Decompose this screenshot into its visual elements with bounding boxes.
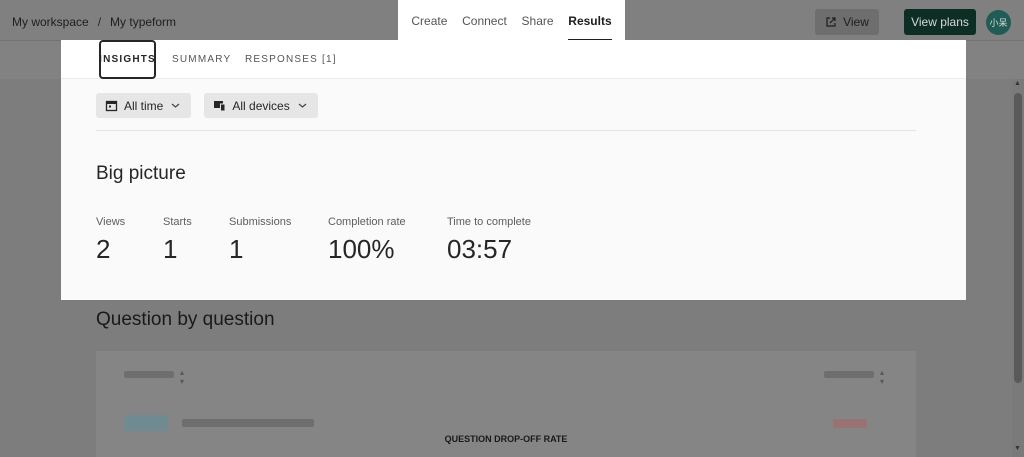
sort-icon[interactable]: ▴ ▾	[880, 368, 884, 386]
stat-starts: Starts 1	[163, 216, 229, 265]
stat-value: 1	[229, 234, 244, 264]
breadcrumb-workspace[interactable]: My workspace	[12, 15, 89, 29]
view-button[interactable]: View	[815, 9, 879, 35]
stat-value: 03:57	[447, 234, 513, 264]
scroll-down-icon[interactable]: ▼	[1014, 445, 1021, 452]
big-picture-title: Big picture	[96, 163, 186, 184]
sort-icon[interactable]: ▴ ▾	[180, 368, 184, 386]
breadcrumb-form[interactable]: My typeform	[110, 15, 176, 29]
view-button-label: View	[843, 15, 869, 29]
scroll-up-icon[interactable]: ▲	[1014, 80, 1021, 87]
devices-icon	[214, 101, 226, 112]
stat-views: Views 2	[96, 216, 163, 265]
chevron-down-icon	[171, 103, 180, 108]
stat-label: Completion rate	[328, 216, 406, 228]
tab-insights[interactable]: INSIGHTS	[99, 40, 156, 79]
devices-filter[interactable]: All devices	[204, 93, 318, 118]
chevron-down-icon	[298, 103, 307, 108]
nav-share[interactable]: Share	[522, 0, 554, 41]
stat-value: 2	[96, 234, 111, 264]
dropoff-rate-label: QUESTION DROP-OFF RATE	[444, 434, 568, 444]
stats-row: Views 2 Starts 1 Submissions 1 Completio…	[96, 216, 567, 265]
external-link-icon	[826, 17, 836, 27]
placeholder-bar	[182, 419, 314, 427]
placeholder-chip	[124, 415, 168, 431]
stat-label: Submissions	[229, 216, 292, 228]
devices-filter-label: All devices	[232, 98, 290, 113]
placeholder-bar	[824, 371, 874, 378]
scrollbar[interactable]: ▲ ▼	[1012, 79, 1024, 457]
placeholder-bar	[124, 371, 174, 378]
stat-label: Views	[96, 216, 126, 228]
stat-value: 100%	[328, 234, 395, 264]
calendar-icon	[105, 100, 118, 112]
tab-responses[interactable]: RESPONSES [1]	[245, 40, 337, 79]
placeholder-chip	[833, 419, 867, 428]
tab-summary[interactable]: SUMMARY	[172, 40, 231, 79]
view-plans-button[interactable]: View plans	[904, 9, 976, 35]
question-card: ▴ ▾ ▴ ▾ QUESTION DROP-OFF RATE	[96, 351, 916, 457]
insights-panel: INSIGHTS SUMMARY RESPONSES [1] All time …	[61, 40, 966, 300]
results-tabs: INSIGHTS SUMMARY RESPONSES [1]	[61, 40, 966, 79]
breadcrumb: My workspace / My typeform	[12, 15, 176, 29]
time-filter-label: All time	[124, 98, 164, 113]
filters: All time All devices	[96, 93, 318, 118]
question-by-question-title: Question by question	[96, 309, 275, 330]
nav-connect[interactable]: Connect	[462, 0, 507, 41]
stat-label: Time to complete	[447, 216, 531, 228]
stat-completion-rate: Completion rate 100%	[328, 216, 447, 265]
breadcrumb-separator: /	[97, 15, 102, 29]
main-nav: Create Connect Share Results	[398, 0, 625, 41]
avatar[interactable]: 小呆	[986, 10, 1011, 35]
scrollbar-thumb[interactable]	[1014, 93, 1022, 383]
nav-create[interactable]: Create	[411, 0, 447, 41]
stat-submissions: Submissions 1	[229, 216, 328, 265]
stat-label: Starts	[163, 216, 192, 228]
divider	[96, 130, 916, 131]
stat-time-to-complete: Time to complete 03:57	[447, 216, 567, 265]
nav-results[interactable]: Results	[568, 0, 613, 41]
stat-value: 1	[163, 234, 178, 264]
time-filter[interactable]: All time	[96, 93, 192, 118]
